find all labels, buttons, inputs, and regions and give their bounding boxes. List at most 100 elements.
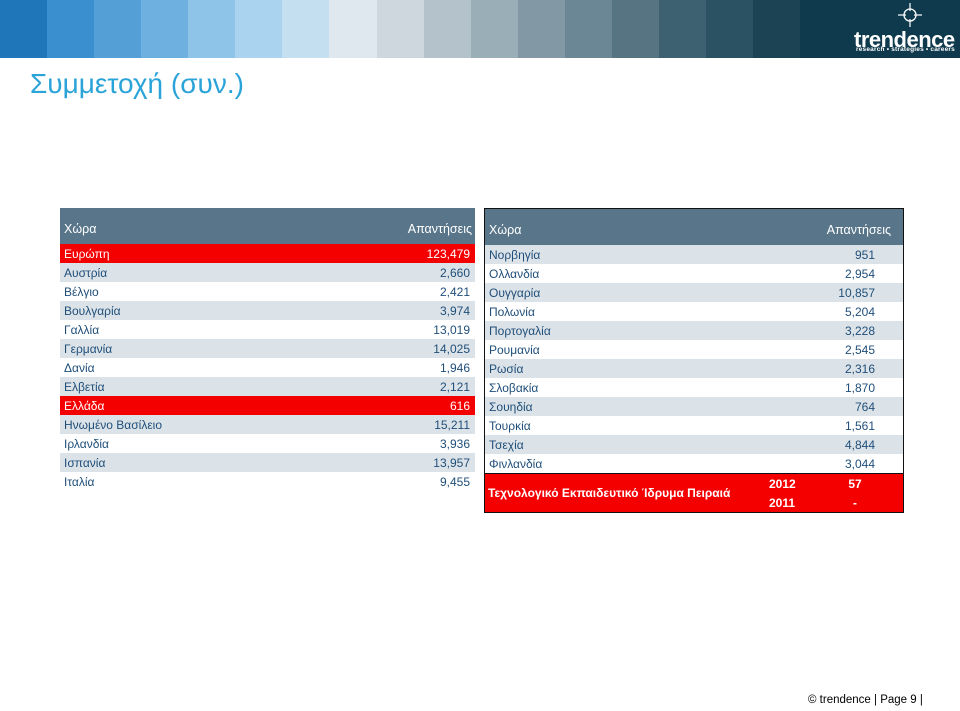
response-count: 15,211 xyxy=(434,418,470,432)
country-name: Ελλάδα xyxy=(64,399,105,413)
response-count: 9,455 xyxy=(439,475,470,489)
band-swatch xyxy=(470,0,518,58)
country-name: Φινλανδία xyxy=(489,457,543,471)
table-row: Γερμανία 14,025 xyxy=(60,339,475,358)
country-name: Ρωσία xyxy=(489,362,524,376)
country-name: Ιρλανδία xyxy=(64,437,109,451)
band-swatch xyxy=(94,0,142,58)
table-row: Ισπανία 13,957 xyxy=(60,453,475,472)
response-count: 951 xyxy=(854,248,875,262)
crosshair-logo-icon xyxy=(898,3,922,27)
response-count: 3,044 xyxy=(844,457,875,471)
band-swatch xyxy=(141,0,189,58)
country-name: Γερμανία xyxy=(64,342,113,356)
table-row: Τσεχία 4,844 xyxy=(485,435,903,454)
band-swatch xyxy=(658,0,706,58)
table-row: Πορτογαλία 3,228 xyxy=(485,321,903,340)
response-count: 10,857 xyxy=(838,286,875,300)
page-title: Συμμετοχή (συν.) xyxy=(30,68,244,99)
table-row: Ρουμανία 2,545 xyxy=(485,340,903,359)
country-name: Πολωνία xyxy=(489,305,535,319)
response-count: 2,121 xyxy=(439,380,470,394)
response-count: 2,954 xyxy=(844,267,875,281)
band-swatch xyxy=(564,0,612,58)
response-count: 13,019 xyxy=(433,323,470,337)
header-color-band xyxy=(0,0,801,58)
band-swatch xyxy=(376,0,424,58)
table-row: Ολλανδία 2,954 xyxy=(485,264,903,283)
table-row: Σουηδία 764 xyxy=(485,397,903,416)
response-count: 13,957 xyxy=(433,456,470,470)
band-swatch xyxy=(705,0,753,58)
left-country-table: Χώρα Απαντήσεις Ευρώπη 123,479 Αυστρία 2,66… xyxy=(60,208,475,491)
country-name: Ισπανία xyxy=(64,456,106,470)
response-count: 1,946 xyxy=(439,361,470,375)
country-name: Βέλγιο xyxy=(64,285,99,299)
country-name: Ολλανδία xyxy=(489,267,540,281)
country-name: Βουλγαρία xyxy=(64,304,121,318)
header-country: Χώρα xyxy=(64,222,97,236)
header-country: Χώρα xyxy=(489,223,522,237)
footer-page-number: | Page 9 | xyxy=(874,694,923,706)
footer-copyright: © trendence xyxy=(808,694,871,706)
band-swatch xyxy=(423,0,471,58)
table-row: Φινλανδία 3,044 xyxy=(485,454,903,473)
table-row: Ελβετία 2,121 xyxy=(60,377,475,396)
response-count: 3,936 xyxy=(439,437,470,451)
country-name: Γαλλία xyxy=(64,323,100,337)
table-row: Τουρκία 1,561 xyxy=(485,416,903,435)
table-row: Αυστρία 2,660 xyxy=(60,263,475,282)
country-name: Πορτογαλία xyxy=(489,324,551,338)
footer: © trendence | Page 9 | xyxy=(808,694,923,706)
table-row: Ρωσία 2,316 xyxy=(485,359,903,378)
response-count: 2,660 xyxy=(439,266,470,280)
response-count: 4,844 xyxy=(844,438,875,452)
band-swatch xyxy=(235,0,283,58)
value-2011: - xyxy=(853,496,857,510)
band-swatch xyxy=(517,0,565,58)
country-name: Ρουμανία xyxy=(489,343,540,357)
response-count: 3,228 xyxy=(844,324,875,338)
band-swatch xyxy=(329,0,377,58)
country-name: Ηνωμένο Βασίλειο xyxy=(64,418,163,432)
response-count: 1,870 xyxy=(844,381,875,395)
table-row: Πολωνία 5,204 xyxy=(485,302,903,321)
trendence-logo: trendence research • strategies • career… xyxy=(800,0,960,58)
country-name: Σλοβακία xyxy=(489,381,539,395)
country-name: Σουηδία xyxy=(489,400,533,414)
response-count: 123,479 xyxy=(426,247,470,261)
band-swatch xyxy=(282,0,330,58)
year-2011: 2011 xyxy=(769,496,796,510)
table-row: Γαλλία 13,019 xyxy=(60,320,475,339)
table-row: Βέλγιο 2,421 xyxy=(60,282,475,301)
country-name: Ουγγαρία xyxy=(489,286,541,300)
country-name: Αυστρία xyxy=(64,266,108,280)
country-name: Τουρκία xyxy=(489,419,531,433)
country-name: Ευρώπη xyxy=(64,247,110,261)
response-count: 764 xyxy=(854,400,875,414)
institution-name: Τεχνολογικό Εκπαιδευτικό Ίδρυμα Πειραιά xyxy=(488,486,731,500)
table-header: Χώρα Απαντήσεις xyxy=(485,209,903,245)
response-count: 3,974 xyxy=(439,304,470,318)
band-swatch xyxy=(753,0,801,58)
header-responses: Απαντήσεις xyxy=(407,222,472,236)
country-name: Νορβηγία xyxy=(489,248,541,262)
table-row: Ελλάδα 616 xyxy=(60,396,475,415)
value-2012: 57 xyxy=(848,477,862,491)
response-count: 5,204 xyxy=(844,305,875,319)
table-header: Χώρα Απαντήσεις xyxy=(60,208,475,244)
band-swatch xyxy=(611,0,659,58)
table-row: Ηνωμένο Βασίλειο 15,211 xyxy=(60,415,475,434)
right-country-table: Χώρα Απαντήσεις Νορβηγία 951 Ολλανδία 2,954… xyxy=(484,208,904,513)
band-swatch xyxy=(188,0,236,58)
country-name: Δανία xyxy=(64,361,95,375)
response-count: 616 xyxy=(449,399,470,413)
response-count: 2,545 xyxy=(844,343,875,357)
response-count: 2,421 xyxy=(439,285,470,299)
country-name: Ιταλία xyxy=(64,475,95,489)
year-2012: 2012 xyxy=(769,477,796,491)
band-swatch xyxy=(47,0,95,58)
response-count: 14,025 xyxy=(433,342,470,356)
band-swatch xyxy=(0,0,48,58)
table-row: Ιταλία 9,455 xyxy=(60,472,475,491)
